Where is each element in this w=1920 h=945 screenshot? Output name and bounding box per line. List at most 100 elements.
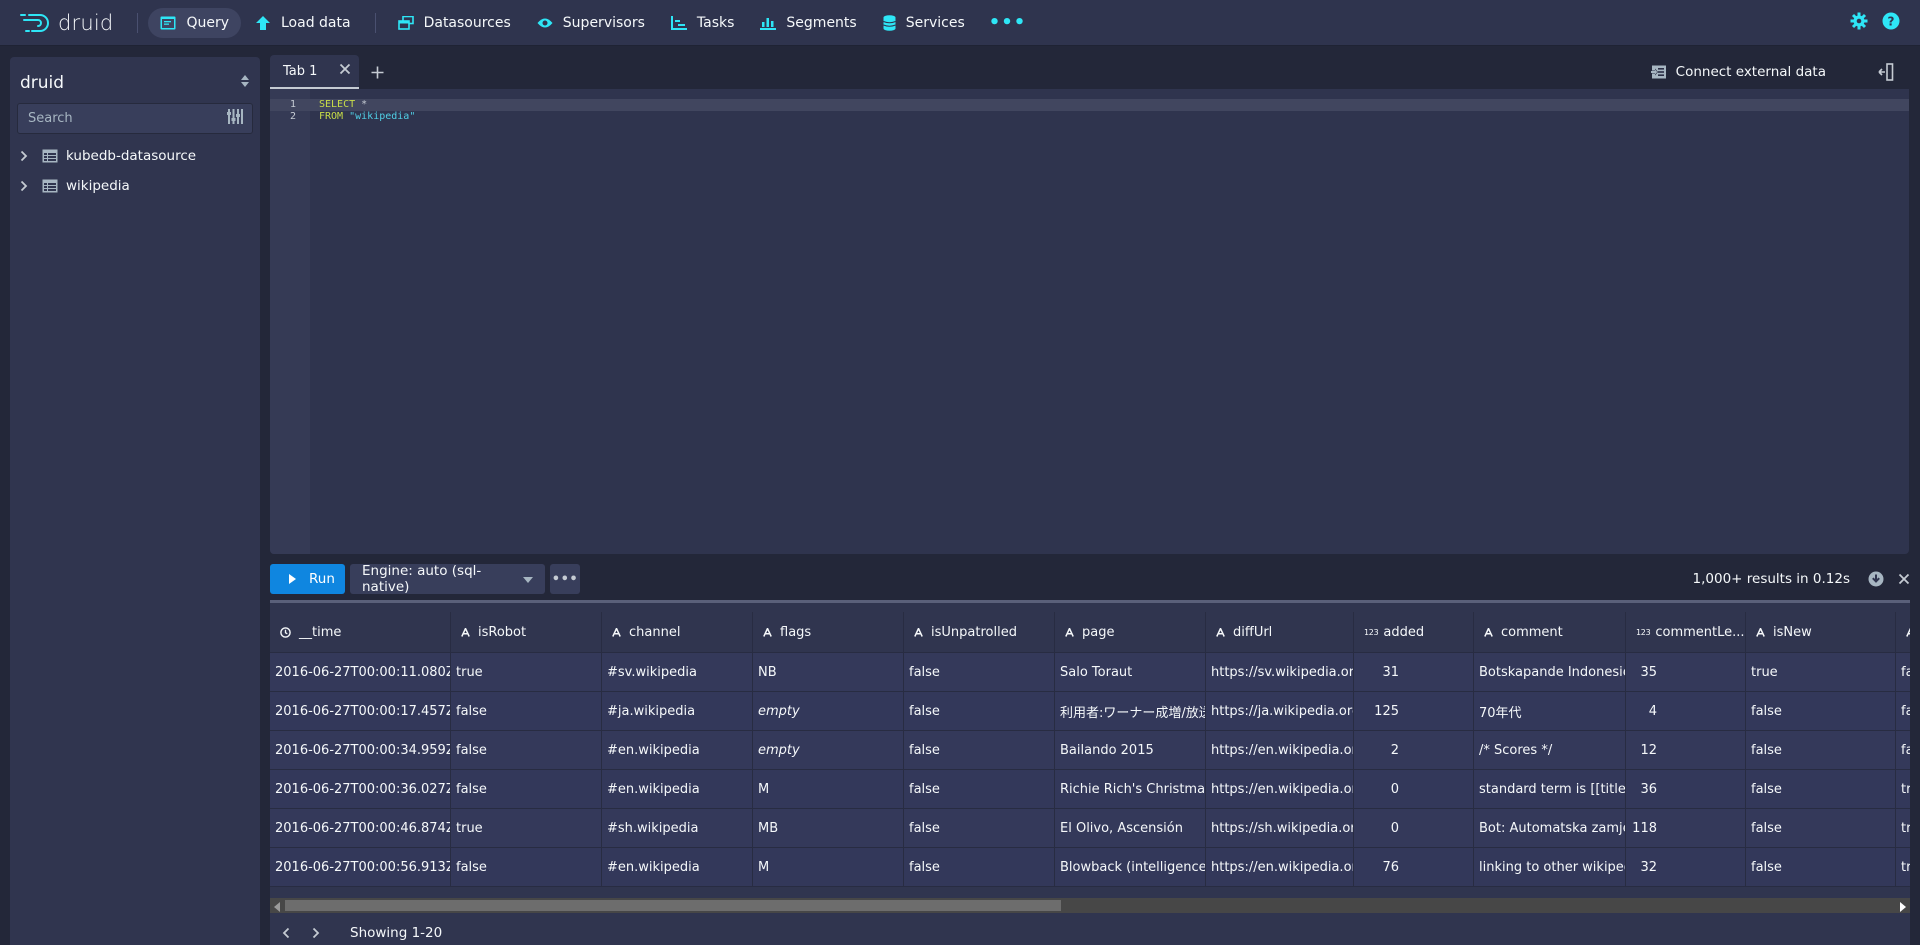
table-cell[interactable]: linking to other wikipedia [1474,848,1626,886]
table-cell[interactable]: 0 [1354,770,1474,808]
table-cell[interactable]: 12 [1626,731,1746,769]
table-cell[interactable]: #ja.wikipedia [602,692,753,730]
nav-query[interactable]: Query [148,7,241,38]
table-cell[interactable]: 2016-06-27T00:00:46.874Z [270,809,451,847]
column-header[interactable]: isRobot [451,612,602,652]
datasource-item[interactable]: kubedb-datasource [10,141,260,171]
table-cell[interactable]: #en.wikipedia [602,848,753,886]
table-cell[interactable]: false [1746,848,1896,886]
table-cell[interactable]: 2016-06-27T00:00:11.080Z [270,653,451,691]
table-row[interactable]: 2016-06-27T00:00:46.874Z true #sh.wikipedi… [270,809,1910,848]
table-cell[interactable]: https://sh.wikipedia.org/ [1206,809,1354,847]
table-cell[interactable]: false [1746,809,1896,847]
table-cell[interactable]: https://sv.wikipedia.org/ [1206,653,1354,691]
table-cell[interactable]: tru [1896,809,1910,847]
table-cell[interactable]: 32 [1626,848,1746,886]
schema-selector-icon[interactable] [240,74,250,92]
table-cell[interactable]: false [904,692,1055,730]
table-cell[interactable]: Bailando 2015 [1055,731,1206,769]
table-cell[interactable]: #en.wikipedia [602,731,753,769]
engine-selector[interactable]: Engine: auto (sql-native) [350,563,545,595]
table-cell[interactable]: 2016-06-27T00:00:17.457Z [270,692,451,730]
more-options-button[interactable]: ••• [550,564,580,594]
column-header[interactable] [1896,612,1910,652]
add-tab-button[interactable] [371,55,384,89]
table-cell[interactable]: #sh.wikipedia [602,809,753,847]
nav-load-data[interactable]: Load data [243,8,363,38]
download-icon[interactable] [1868,571,1884,587]
gear-icon[interactable] [1850,12,1868,34]
table-cell[interactable]: true [451,653,602,691]
table-cell[interactable]: false [1746,692,1896,730]
scroll-left-arrow-icon[interactable] [274,900,280,916]
table-cell[interactable]: #en.wikipedia [602,770,753,808]
table-cell[interactable]: 4 [1626,692,1746,730]
column-header[interactable]: isUnpatrolled [904,612,1055,652]
horizontal-scrollbar[interactable] [270,898,1910,913]
table-cell[interactable]: false [904,731,1055,769]
table-cell[interactable]: El Olivo, Ascensión [1055,809,1206,847]
table-cell[interactable]: 76 [1354,848,1474,886]
column-header[interactable]: channel [602,612,753,652]
table-cell[interactable]: M [753,770,904,808]
column-header[interactable]: isNew [1746,612,1896,652]
table-cell[interactable]: Bot: Automatska zamjena [1474,809,1626,847]
column-header[interactable]: page [1055,612,1206,652]
next-page-icon[interactable] [312,927,342,939]
table-cell[interactable]: 118 [1626,809,1746,847]
table-cell[interactable]: https://ja.wikipedia.org/ [1206,692,1354,730]
column-header[interactable]: 123 commentLe... [1626,612,1746,652]
table-cell[interactable]: false [904,809,1055,847]
table-cell[interactable]: 125 [1354,692,1474,730]
table-cell[interactable]: 利用者:ワーナー成増/放送 [1055,692,1206,730]
run-button[interactable]: Run [270,564,345,594]
table-cell[interactable]: 0 [1354,809,1474,847]
nav-tasks[interactable]: Tasks [659,8,747,38]
sql-editor[interactable]: 1 SELECT * 2 FROM "wikipedia" [270,89,1909,554]
table-row[interactable]: 2016-06-27T00:00:34.959Z false #en.wikiped… [270,731,1910,770]
table-cell[interactable]: empty [753,731,904,769]
nav-more-button[interactable]: ••• [979,12,1037,33]
table-row[interactable]: 2016-06-27T00:00:11.080Z true #sv.wikipedi… [270,653,1910,692]
table-cell[interactable]: 2 [1354,731,1474,769]
table-cell[interactable]: 35 [1626,653,1746,691]
table-cell[interactable]: NB [753,653,904,691]
close-tab-icon[interactable] [339,63,351,79]
table-cell[interactable]: false [1746,770,1896,808]
chevron-right-icon[interactable] [20,150,34,162]
search-input[interactable] [28,111,208,126]
scrollbar-thumb[interactable] [285,900,1061,911]
table-cell[interactable]: empty [753,692,904,730]
table-cell[interactable]: true [1746,653,1896,691]
nav-supervisors[interactable]: Supervisors [525,8,657,38]
table-cell[interactable]: #sv.wikipedia [602,653,753,691]
connect-external-data-button[interactable]: Connect external data [1650,55,1826,89]
table-cell[interactable]: https://en.wikipedia.org [1206,770,1354,808]
table-cell[interactable]: false [451,770,602,808]
table-cell[interactable]: MB [753,809,904,847]
nav-segments[interactable]: Segments [748,8,868,38]
nav-services[interactable]: Services [871,8,977,38]
table-cell[interactable]: fal [1896,731,1910,769]
table-cell[interactable]: Blowback (intelligence) [1055,848,1206,886]
table-cell[interactable]: tru [1896,848,1910,886]
table-cell[interactable]: false [451,731,602,769]
prev-page-icon[interactable] [282,927,312,939]
table-cell[interactable]: false [451,692,602,730]
close-results-icon[interactable] [1898,573,1910,585]
column-header[interactable]: flags [753,612,904,652]
scroll-right-arrow-icon[interactable] [1900,900,1906,916]
table-cell[interactable]: 2016-06-27T00:00:36.027Z [270,770,451,808]
datasource-item[interactable]: wikipedia [10,171,260,201]
collapse-panel-icon[interactable] [1878,63,1894,85]
table-cell[interactable]: https://en.wikipedia.org [1206,731,1354,769]
table-cell[interactable]: 2016-06-27T00:00:56.913Z [270,848,451,886]
table-cell[interactable]: Botskapande Indonesien [1474,653,1626,691]
druid-logo[interactable]: druid [20,11,113,35]
table-cell[interactable]: false [904,653,1055,691]
table-cell[interactable]: 31 [1354,653,1474,691]
table-row[interactable]: 2016-06-27T00:00:36.027Z false #en.wikiped… [270,770,1910,809]
code-line-1[interactable]: 1 SELECT * [270,99,1909,111]
table-cell[interactable]: true [451,809,602,847]
table-cell[interactable]: fal [1896,692,1910,730]
